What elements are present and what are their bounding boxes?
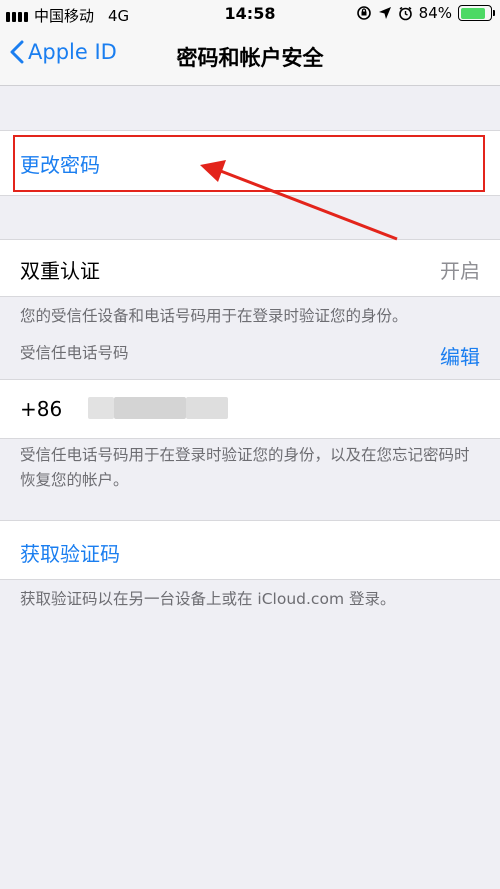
- highlight-box: [13, 135, 485, 192]
- phone-number-redacted-2: [114, 397, 186, 419]
- get-verification-code-label: 获取验证码: [20, 542, 120, 566]
- status-right: 84%: [356, 4, 495, 22]
- two-factor-note: 您的受信任设备和电话号码用于在登录时验证您的身份。: [20, 307, 408, 325]
- rotation-lock-icon: [356, 6, 371, 20]
- status-bar: 中国移动 4G 14:58 84%: [0, 0, 500, 30]
- phone-number-redacted: [88, 397, 114, 419]
- two-factor-row: 双重认证 开启: [0, 239, 500, 297]
- battery-icon: [458, 5, 495, 21]
- edit-button[interactable]: 编辑: [440, 341, 480, 370]
- navigation-bar: Apple ID 密码和帐户安全: [0, 30, 500, 86]
- page-title: 密码和帐户安全: [176, 46, 324, 70]
- trusted-phone-header: 受信任电话号码: [20, 344, 129, 362]
- trusted-phone-note: 受信任电话号码用于在登录时验证您的身份，以及在您忘记密码时恢复您的帐户。: [20, 446, 470, 489]
- phone-number-redacted-3: [186, 397, 228, 419]
- two-factor-label: 双重认证: [20, 259, 100, 283]
- battery-percent: 84%: [418, 4, 452, 22]
- location-icon: [378, 7, 391, 19]
- battery-fill: [460, 7, 485, 19]
- trusted-phone-row: +86: [0, 379, 500, 439]
- get-verification-code-row[interactable]: 获取验证码: [0, 520, 500, 580]
- verification-code-note: 获取验证码以在另一台设备上或在 iCloud.com 登录。: [20, 590, 396, 608]
- phone-number-prefix: +86: [20, 397, 63, 421]
- alarm-icon: [398, 6, 412, 20]
- two-factor-status: 开启: [440, 259, 480, 283]
